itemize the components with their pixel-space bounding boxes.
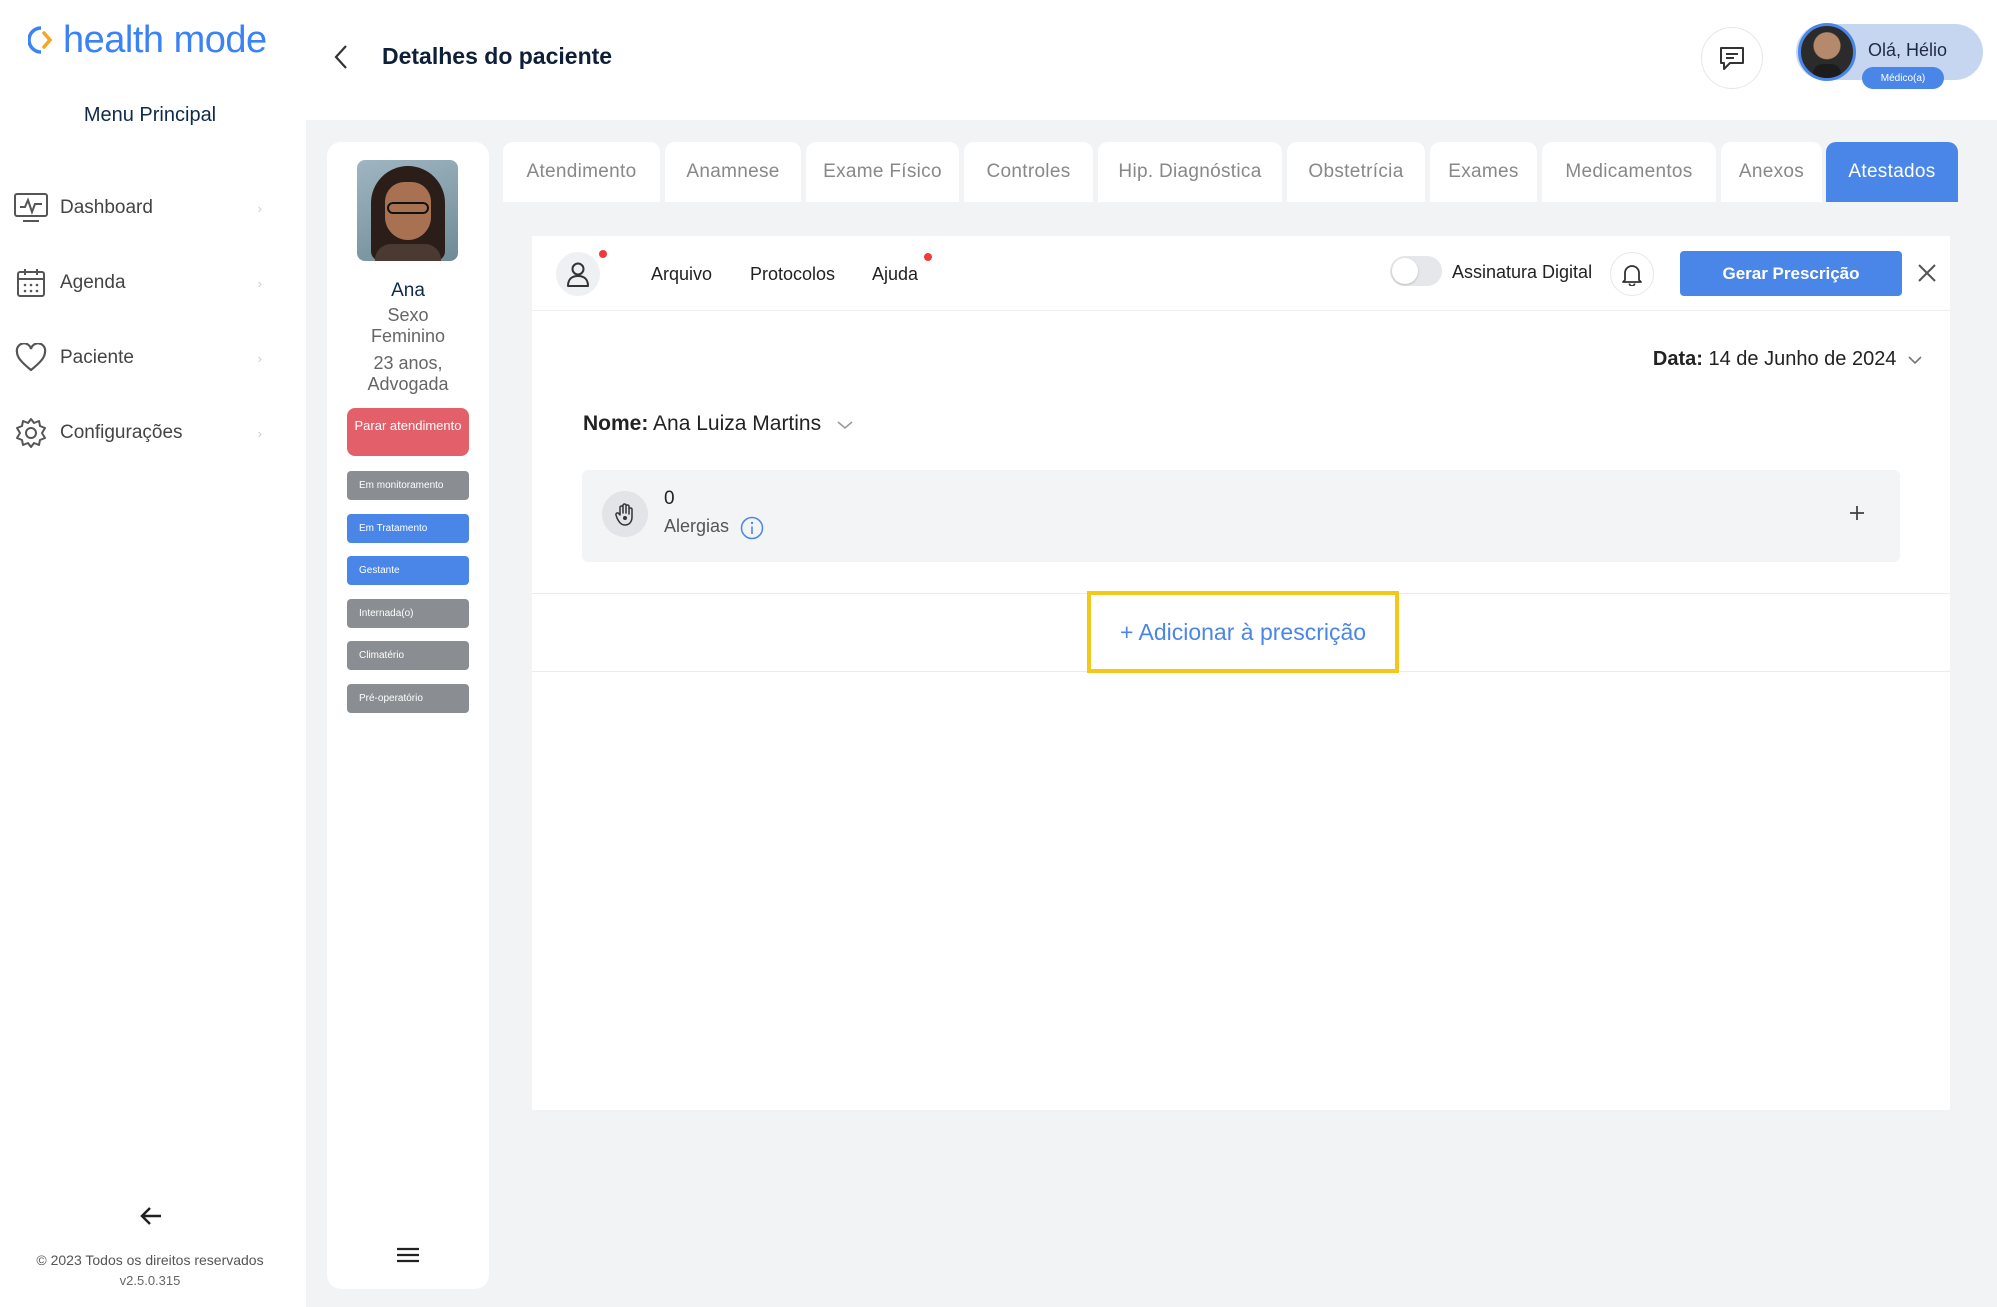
close-icon	[1918, 264, 1936, 282]
tag-pre-operatorio[interactable]: Pré-operatório	[347, 684, 469, 713]
tab-obstetricia[interactable]: Obstetrícia	[1287, 142, 1425, 202]
version-text: v2.5.0.315	[119, 1273, 181, 1288]
back-button[interactable]	[326, 42, 356, 72]
info-icon[interactable]	[740, 516, 764, 540]
dashboard-icon	[12, 190, 50, 226]
collapse-sidebar-button[interactable]	[135, 1200, 167, 1232]
digital-signature-label: Assinatura Digital	[1452, 262, 1593, 282]
page-title: Detalhes do paciente	[382, 43, 613, 69]
prescription-toolbar: Arquivo Protocolos Ajuda Assinatura Digi…	[532, 236, 1950, 311]
name-value: Ana Luiza Martins	[653, 412, 822, 435]
patient-name: Ana	[391, 280, 425, 301]
sidebar-item-label: Agenda	[60, 272, 126, 293]
menu-protocolos[interactable]: Protocolos	[750, 264, 835, 285]
sidebar-item-label: Dashboard	[60, 197, 153, 218]
chevron-down-icon	[1908, 356, 1922, 365]
patient-photo	[357, 160, 458, 261]
header: Detalhes do paciente Olá, Hélio Médico(a…	[306, 0, 1997, 120]
logo-icon	[28, 26, 53, 54]
logo-text: health mode	[63, 18, 267, 61]
tab-medicamentos[interactable]: Medicamentos	[1542, 142, 1716, 202]
tab-anamnese[interactable]: Anamnese	[665, 142, 801, 202]
patient-sex: Feminino	[370, 326, 446, 346]
chevron-down-icon	[837, 421, 853, 430]
tab-exames[interactable]: Exames	[1430, 142, 1537, 202]
chevron-right-icon: ›	[257, 200, 262, 216]
sidebar-item-paciente[interactable]: Paciente ›	[12, 338, 262, 378]
date-selector[interactable]: Data: 14 de Junho de 2024	[1632, 348, 1922, 371]
calendar-icon	[12, 265, 50, 301]
copyright-text: © 2023 Todos os direitos reservados	[36, 1252, 264, 1268]
chat-icon	[1720, 47, 1744, 70]
tab-hip-diagnostica[interactable]: Hip. Diagnóstica	[1098, 142, 1282, 202]
sidebar-item-dashboard[interactable]: Dashboard ›	[12, 188, 262, 228]
notification-dot	[599, 250, 607, 258]
allergy-label: Alergias	[664, 516, 730, 536]
patient-sex-label: Sexo	[387, 305, 429, 325]
messages-button[interactable]	[1701, 27, 1763, 89]
user-role-badge: Médico(a)	[1862, 67, 1944, 89]
patient-age: 23 anos,	[373, 353, 443, 373]
sidebar-item-configuracoes[interactable]: Configurações ›	[12, 413, 262, 453]
bell-icon	[1622, 265, 1642, 286]
patient-profile-button[interactable]	[556, 252, 600, 296]
sidebar-item-label: Paciente	[60, 347, 134, 368]
date-label: Data:	[1652, 348, 1703, 370]
gear-icon	[12, 415, 50, 451]
chevron-left-icon	[334, 45, 347, 69]
tag-internada[interactable]: Internada(o)	[347, 599, 469, 628]
close-button[interactable]	[1914, 260, 1940, 286]
patient-name-selector[interactable]: Nome: Ana Luiza Martins	[583, 412, 853, 436]
menu-button[interactable]	[395, 1244, 421, 1266]
sidebar-item-label: Configurações	[60, 422, 183, 443]
tab-controles[interactable]: Controles	[964, 142, 1093, 202]
user-greeting: Olá, Hélio	[1868, 40, 1948, 60]
notification-dot	[924, 253, 932, 261]
menu-ajuda[interactable]: Ajuda	[872, 264, 918, 285]
add-allergy-button[interactable]	[1842, 498, 1872, 528]
hamburger-icon	[397, 1247, 419, 1263]
arrow-left-icon	[140, 1207, 161, 1225]
chevron-right-icon: ›	[257, 275, 262, 291]
hand-icon	[602, 491, 648, 537]
heart-icon	[12, 340, 50, 376]
tab-atendimento[interactable]: Atendimento	[503, 142, 660, 202]
notifications-button[interactable]	[1610, 252, 1654, 296]
user-menu[interactable]: Olá, Hélio Médico(a)	[1796, 23, 1983, 89]
chevron-right-icon: ›	[257, 350, 262, 366]
date-value: 14 de Junho de 2024	[1708, 348, 1897, 370]
tab-atestados[interactable]: Atestados	[1826, 142, 1958, 202]
patient-profession: Advogada	[367, 374, 449, 394]
generate-prescription-button[interactable]: Gerar Prescrição	[1680, 251, 1902, 296]
sidebar: health mode Menu Principal Dashboard › A…	[0, 0, 306, 1307]
tag-gestante[interactable]: Gestante	[347, 556, 469, 585]
tag-em-monitoramento[interactable]: Em monitoramento	[347, 471, 469, 500]
tag-em-tratamento[interactable]: Em Tratamento	[347, 514, 469, 543]
menu-arquivo[interactable]: Arquivo	[651, 264, 712, 285]
app-logo[interactable]: health mode	[28, 18, 267, 62]
chevron-right-icon: ›	[257, 425, 262, 441]
tag-climaterio[interactable]: Climatério	[347, 641, 469, 670]
allergy-count: 0	[664, 488, 675, 509]
digital-signature-toggle[interactable]	[1390, 256, 1442, 286]
allergies-box: 0 Alergias	[582, 470, 1900, 562]
sidebar-item-agenda[interactable]: Agenda ›	[12, 263, 262, 303]
add-to-prescription-button[interactable]: + Adicionar à prescrição	[1087, 591, 1399, 673]
avatar	[1798, 23, 1856, 81]
tab-anexos[interactable]: Anexos	[1721, 142, 1822, 202]
user-icon	[567, 262, 589, 287]
plus-icon	[1850, 506, 1864, 520]
menu-title: Menu Principal	[83, 104, 217, 126]
patient-card: Ana Sexo Feminino 23 anos, Advogada Para…	[327, 142, 489, 1289]
name-label: Nome:	[583, 412, 649, 435]
stop-attendance-button[interactable]: Parar atendimento	[347, 408, 469, 456]
prescription-panel: Arquivo Protocolos Ajuda Assinatura Digi…	[532, 236, 1950, 1110]
tab-exame-fisico[interactable]: Exame Físico	[806, 142, 959, 202]
